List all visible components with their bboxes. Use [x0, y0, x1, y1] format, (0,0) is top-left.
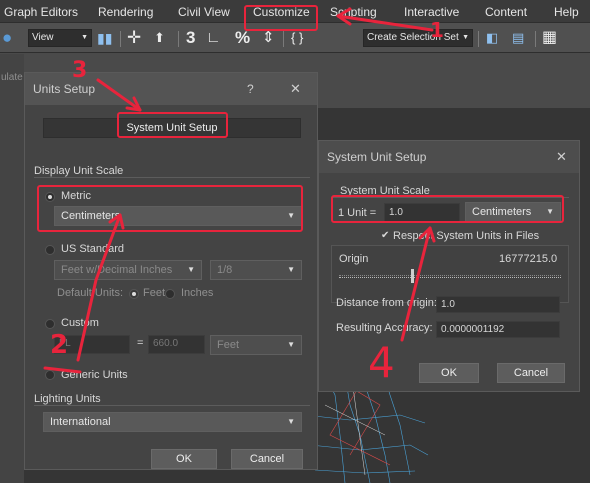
default-inches-radio[interactable] — [165, 289, 175, 299]
system-unit-setup-titlebar[interactable]: System Unit Setup ✕ — [319, 141, 579, 173]
default-inches-label: Inches — [181, 287, 214, 299]
display-unit-scale-label: Display Unit Scale — [34, 165, 124, 177]
percent-snap-icon[interactable]: % — [235, 28, 250, 48]
default-units-label: Default Units: — [57, 287, 124, 299]
menu-rendering[interactable]: Rendering — [98, 5, 153, 19]
snaps-toggle-icon[interactable]: 3 — [186, 28, 195, 48]
origin-slider-track[interactable] — [339, 275, 561, 278]
menu-interactive[interactable]: Interactive — [404, 5, 459, 19]
units-cancel-button[interactable]: Cancel — [231, 449, 303, 469]
equals-label: = — [137, 337, 144, 349]
default-feet-radio[interactable] — [129, 289, 139, 299]
us-standard-radio[interactable] — [45, 245, 55, 255]
highlight-system-unit-setup — [117, 112, 228, 138]
distance-field[interactable]: 1.0 — [436, 296, 560, 313]
left-command-strip: ulate — [0, 54, 24, 483]
lighting-units-label: Lighting Units — [34, 393, 101, 405]
origin-slider-handle[interactable] — [411, 269, 414, 283]
units-ok-button[interactable]: OK — [151, 449, 217, 469]
custom-units-dropdown[interactable]: Feet ▼ — [210, 335, 302, 355]
custom-radio[interactable] — [45, 319, 55, 329]
highlight-customize — [244, 5, 318, 31]
named-selection-set-combo[interactable]: Create Selection Set ▼ — [363, 29, 473, 47]
keyboard-shortcut-icon[interactable]: ⬆ — [154, 28, 165, 48]
mirror-icon[interactable]: ◧ — [486, 28, 498, 48]
distance-label: Distance from origin: — [336, 297, 437, 309]
origin-value: 16777215.0 — [499, 253, 558, 265]
menu-graph-editors[interactable]: Graph Editors — [4, 5, 78, 19]
menu-scripting[interactable]: Scripting — [330, 5, 377, 19]
annotation-step-3: 3 — [72, 58, 88, 83]
respect-units-label: Respect System Units in Files — [393, 230, 540, 242]
angle-snap-icon[interactable]: ∟ — [206, 28, 221, 48]
select-manipulate-icon[interactable]: ✛ — [127, 28, 141, 48]
menu-help[interactable]: Help — [554, 5, 579, 19]
accuracy-label: Resulting Accuracy: — [336, 322, 433, 334]
us-units-dropdown[interactable]: Feet w/Decimal Inches ▼ — [54, 260, 202, 280]
app-window: Graph Editors Rendering Civil View Custo… — [0, 0, 590, 483]
generic-units-radio[interactable] — [45, 370, 55, 380]
lighting-units-group — [34, 405, 310, 406]
annotation-step-2: 2 — [50, 330, 69, 360]
system-ok-button[interactable]: OK — [419, 363, 479, 383]
custom-label: Custom — [61, 317, 99, 329]
generic-units-label: Generic Units — [61, 369, 128, 381]
highlight-unit-scale — [331, 195, 564, 223]
help-icon[interactable]: ? — [247, 82, 254, 96]
us-standard-label: US Standard — [61, 243, 124, 255]
display-unit-scale-group — [34, 177, 310, 178]
highlight-metric — [37, 185, 303, 232]
close-icon[interactable]: ✕ — [290, 81, 301, 97]
scene-explorer-icon[interactable]: ▦ — [542, 28, 557, 48]
respect-checkbox[interactable]: ✔ — [381, 230, 389, 241]
custom-value-field[interactable]: 660.0 — [148, 335, 205, 354]
spinner-snap-icon[interactable]: ⇕ — [262, 28, 275, 48]
system-unit-setup-title: System Unit Setup — [327, 150, 427, 164]
edit-named-selection-icon[interactable]: { } — [291, 28, 303, 48]
system-cancel-button[interactable]: Cancel — [497, 363, 565, 383]
close-icon[interactable]: ✕ — [556, 149, 567, 165]
pivot-icon[interactable]: ▮▮ — [97, 28, 112, 48]
reference-coordinate-combo[interactable]: View ▼ — [28, 29, 92, 47]
origin-label: Origin — [339, 253, 369, 265]
us-fraction-dropdown[interactable]: 1/8 ▼ — [210, 260, 302, 280]
align-icon[interactable]: ▤ — [512, 28, 524, 48]
strip-label: ulate — [1, 72, 23, 83]
menu-content[interactable]: Content — [485, 5, 527, 19]
system-unit-setup-dialog: System Unit Setup ✕ System Unit Scale 1 … — [318, 140, 580, 392]
units-setup-title: Units Setup — [33, 82, 96, 96]
units-setup-titlebar[interactable]: Units Setup ? ✕ — [25, 73, 317, 105]
accuracy-field: 0.0000001192 — [436, 321, 560, 338]
lighting-units-dropdown[interactable]: International ▼ — [43, 412, 302, 432]
default-feet-label: Feet — [143, 287, 166, 299]
select-object-icon[interactable]: ● — [2, 28, 12, 48]
menu-civil-view[interactable]: Civil View — [178, 5, 230, 19]
annotation-step-4: 4 — [368, 338, 395, 387]
annotation-step-1: 1 — [430, 18, 444, 42]
